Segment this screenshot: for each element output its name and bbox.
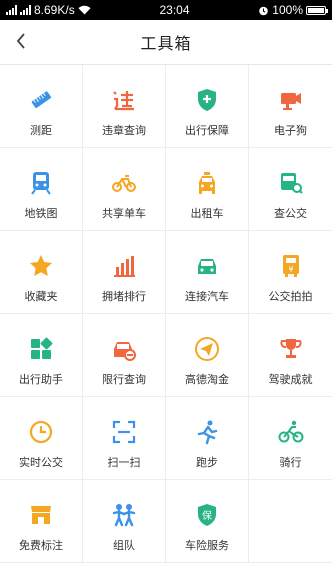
tool-label: 违章查询 xyxy=(102,124,146,137)
shield-plus-icon xyxy=(194,87,220,113)
running-icon xyxy=(194,419,220,445)
status-right: 100% xyxy=(258,3,328,17)
tool-label: 出行助手 xyxy=(19,373,63,386)
tool-label: 查公交 xyxy=(274,207,307,220)
svg-text:保: 保 xyxy=(202,509,212,522)
tool-label: 连接汽车 xyxy=(185,290,229,303)
tool-label: 电子狗 xyxy=(274,124,307,137)
tool-label: 收藏夹 xyxy=(24,290,58,303)
car-connect-icon xyxy=(194,253,220,279)
tool-item-bus-photo[interactable]: ¥ 公交拍拍 xyxy=(249,231,332,314)
tool-item-team[interactable]: 组队 xyxy=(83,480,166,563)
tool-item-taxi[interactable]: 出租车 xyxy=(166,148,249,231)
tool-item-ruler[interactable]: 测距 xyxy=(0,65,83,148)
status-bar: 8.69K/s 23:04 100% xyxy=(0,0,332,20)
tool-item-shield-plus[interactable]: 出行保障 xyxy=(166,65,249,148)
tool-item-insurance-shield[interactable]: 保车险服务 xyxy=(166,480,249,563)
empty-cell xyxy=(249,480,332,563)
tool-label: 组队 xyxy=(113,539,135,552)
status-time: 23:04 xyxy=(159,3,190,17)
tool-label: 出租车 xyxy=(190,207,224,220)
tool-item-car-limit[interactable]: 限行查询 xyxy=(83,314,166,397)
cycling-icon xyxy=(278,419,304,445)
header: 工具箱 xyxy=(0,20,332,65)
tool-label: 扫一扫 xyxy=(107,456,141,469)
tool-item-clock[interactable]: 实时公交 xyxy=(0,397,83,480)
insurance-shield-icon: 保 xyxy=(194,502,220,528)
tool-label: 限行查询 xyxy=(102,373,146,386)
tool-label: 高德淘金 xyxy=(185,373,229,386)
taxi-icon xyxy=(194,170,220,196)
tool-item-scan[interactable]: 扫一扫 xyxy=(83,397,166,480)
violation-icon xyxy=(111,87,137,113)
paper-plane-icon xyxy=(194,336,220,362)
tool-item-running[interactable]: 跑步 xyxy=(166,397,249,480)
tool-item-bar-chart[interactable]: 拥堵排行 xyxy=(83,231,166,314)
bus-photo-icon: ¥ xyxy=(278,253,304,279)
tool-label: 出行保障 xyxy=(185,124,229,137)
tool-label: 跑步 xyxy=(196,456,218,469)
tool-label: 免费标注 xyxy=(19,539,63,552)
car-limit-icon xyxy=(111,336,137,362)
bar-chart-icon xyxy=(111,253,137,279)
tool-item-bike[interactable]: 共享单车 xyxy=(83,148,166,231)
bus-search-icon xyxy=(278,170,304,196)
tool-grid: 测距 违章查询 出行保障 电子狗地铁图 共享单车 出租车 查公交收藏夹 拥堵排行 连接汽车 ¥ 公交… xyxy=(0,65,332,563)
tool-item-camera[interactable]: 电子狗 xyxy=(249,65,332,148)
tool-item-assistant-grid[interactable]: 出行助手 xyxy=(0,314,83,397)
assistant-grid-icon xyxy=(28,336,54,362)
team-icon xyxy=(111,502,137,528)
tool-label: 驾驶成就 xyxy=(268,373,313,386)
tool-label: 公交拍拍 xyxy=(268,290,313,303)
alarm-icon xyxy=(259,6,269,15)
subway-icon xyxy=(28,170,54,196)
signal-icon xyxy=(6,5,17,15)
tool-item-bus-search[interactable]: 查公交 xyxy=(249,148,332,231)
tool-label: 地铁图 xyxy=(24,207,58,220)
tool-item-subway[interactable]: 地铁图 xyxy=(0,148,83,231)
tool-label: 共享单车 xyxy=(102,207,146,220)
trophy-icon xyxy=(278,336,304,362)
tool-label: 骑行 xyxy=(279,456,302,469)
wifi-icon xyxy=(78,5,91,15)
network-speed: 8.69K/s xyxy=(34,3,75,17)
tool-item-car-connect[interactable]: 连接汽车 xyxy=(166,231,249,314)
scan-icon xyxy=(111,419,137,445)
tool-item-violation[interactable]: 违章查询 xyxy=(83,65,166,148)
shop-icon xyxy=(28,502,54,528)
chevron-left-icon xyxy=(16,33,25,49)
tool-label: 实时公交 xyxy=(19,456,63,469)
back-button[interactable] xyxy=(10,30,32,52)
star-icon xyxy=(28,253,54,279)
status-left: 8.69K/s xyxy=(6,3,91,17)
ruler-icon xyxy=(28,87,54,113)
camera-icon xyxy=(278,87,304,113)
tool-label: 车险服务 xyxy=(185,539,229,552)
tool-label: 测距 xyxy=(30,124,52,137)
tool-item-trophy[interactable]: 驾驶成就 xyxy=(249,314,332,397)
tool-item-cycling[interactable]: 骑行 xyxy=(249,397,332,480)
tool-item-star[interactable]: 收藏夹 xyxy=(0,231,83,314)
page-title: 工具箱 xyxy=(140,34,192,53)
svg-text:¥: ¥ xyxy=(288,265,293,274)
signal-icon-2 xyxy=(20,5,31,15)
tool-item-shop[interactable]: 免费标注 xyxy=(0,480,83,563)
tool-item-paper-plane[interactable]: 高德淘金 xyxy=(166,314,249,397)
bike-icon xyxy=(111,170,137,196)
tool-label: 拥堵排行 xyxy=(102,290,146,303)
clock-icon xyxy=(28,419,54,445)
battery-icon xyxy=(306,5,328,15)
battery-percent: 100% xyxy=(272,3,303,17)
